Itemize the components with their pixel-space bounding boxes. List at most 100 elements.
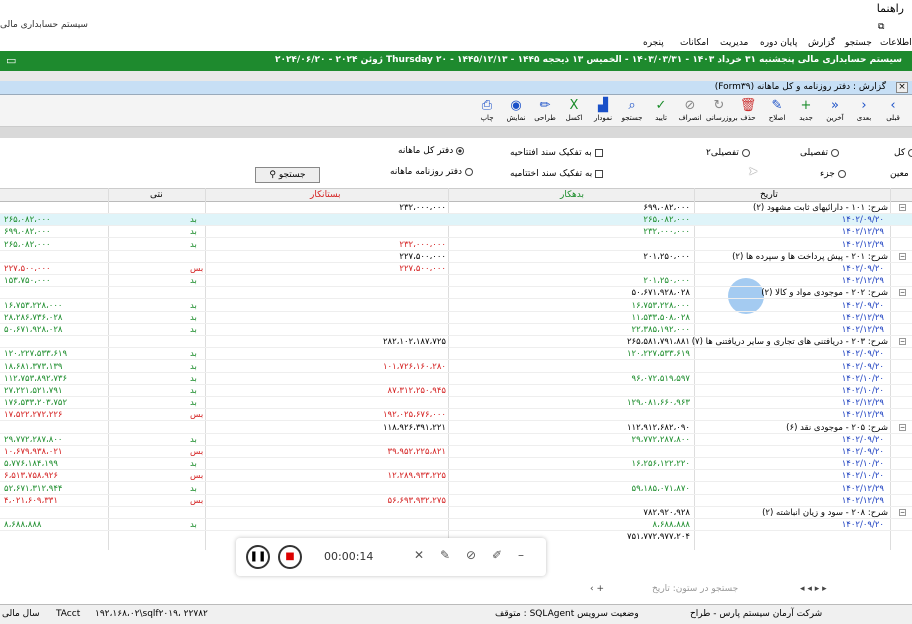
radio-monthly-journal-label: دفتر روزنامه ماهانه <box>390 167 463 177</box>
table-row[interactable]: ۱۴۰۲/۰۹/۲۰ ۱۶،۷۵۳،۲۲۸،۰۰۰ بد ۱۶،۷۵۳،۲۲۸،۰۰۰ <box>0 300 912 312</box>
search-icon: ⌕ <box>628 98 636 113</box>
table-row[interactable]: ۱۴۰۲/۱۲/۲۹ ۵۶،۶۹۳،۹۳۲،۲۷۵ بس ۴،۰۲۱،۶۰۹،۳۳۱ <box>0 495 912 507</box>
table-row[interactable]: ۱۴۰۲/۰۹/۲۰ ۳۹،۹۵۲،۲۲۵،۸۲۱ بس ۱۰،۶۷۹،۹۳۸،۰۲۱ <box>0 446 912 458</box>
toolbar-button-label: طراحی <box>534 114 556 122</box>
toolbar-button-pencil[interactable]: ✎ اصلاح <box>764 97 790 125</box>
arrow-left-icon: ‹ <box>890 98 896 113</box>
form-header: گزارش : دفتر روزنامه و کل ماهانه (Form۳۹… <box>0 81 912 95</box>
toolbar-button-printer[interactable]: ⎙ چاپ <box>474 97 500 125</box>
close-icon[interactable]: × <box>896 82 908 93</box>
restore-icon[interactable]: ⧉ <box>878 22 884 32</box>
form-title: گزارش : دفتر روزنامه و کل ماهانه (Form۳۹… <box>714 82 886 92</box>
toolbar-button-chart[interactable]: ▟ نمودار <box>590 97 616 125</box>
printer-logo-icon: ▭ <box>6 54 17 67</box>
menu-item-info[interactable]: اطلاعات <box>880 38 912 48</box>
menu-item-search[interactable]: جستجو <box>845 38 872 48</box>
refresh-icon: ↻ <box>713 98 725 113</box>
toolbar-button-label: چاپ <box>480 114 494 122</box>
header-debit[interactable]: بدهکار <box>560 190 584 200</box>
options-panel: کل معین تفصیلی تفصیلی۲ جزء به تفکیک سند … <box>0 138 912 314</box>
table-row[interactable]: ۱۴۰۲/۰۹/۲۰ ۲۲۷،۵۰۰،۰۰۰ بس ۲۲۷،۵۰۰،۰۰۰ <box>0 263 912 275</box>
table-row[interactable]: ۱۴۰۲/۱۲/۲۹ ۲۲،۳۸۵،۱۹۲،۰۰۰ بد ۵۰،۶۷۱،۹۲۸،۰۲۸ <box>0 324 912 336</box>
radio-moein[interactable]: معین <box>890 169 912 179</box>
checkbox-closing[interactable]: به تفکیک سند اختتامیه <box>510 169 604 179</box>
table-row[interactable]: ۱۴۰۲/۱۰/۲۰ ۱۶،۲۵۶،۱۲۲،۲۲۰ بد ۵،۷۷۶،۱۸۴،۱۹۹ <box>0 458 912 471</box>
toolbar-button-design[interactable]: ✏ طراحی <box>532 97 558 125</box>
table-row[interactable]: ۱۴۰۲/۱۲/۲۹ ۱۹۲،۰۲۵،۶۷۶،۰۰۰ بس ۱۷،۵۲۲،۲۷۲،۲۲… <box>0 409 912 422</box>
radio-tafsili[interactable]: تفصیلی <box>800 148 840 158</box>
search-button[interactable]: ⚲ جستجو <box>255 167 320 183</box>
toolbar-button-eye[interactable]: ◉ نمایش <box>503 97 529 125</box>
header-date[interactable]: تاریخ <box>760 190 778 200</box>
mic-icon[interactable]: ✎ <box>440 548 450 562</box>
table-row[interactable]: ۱۴۰۲/۱۲/۲۹ ۵۹،۱۸۵،۰۷۱،۸۷۰ بد ۵۲،۶۷۱،۳۱۲،۹۴۴ <box>0 483 912 495</box>
toolbar-button-label: حذف <box>740 114 756 122</box>
app-subtitle-bar: سیستم حسابداری مالی <box>0 18 912 32</box>
table-row[interactable]: ۱۴۰۲/۱۲/۲۹ ۲۳۲،۰۰۰،۰۰۰ بد ۶۹۹،۰۸۲،۰۰۰ <box>0 226 912 239</box>
arrow-right-icon: › <box>861 98 867 113</box>
group-row[interactable]: − شرح: ۲۰۳ - دریافتنی های تجاری و سایر در… <box>0 336 912 349</box>
table-row[interactable]: ۱۴۰۲/۱۲/۲۹ ۲۳۲،۰۰۰،۰۰۰ بد ۲۶۵،۰۸۲،۰۰۰ <box>0 239 912 251</box>
header-credit[interactable]: بستانکار <box>310 190 341 200</box>
table-row[interactable]: ۱۴۰۲/۱۲/۲۹ ۲۰۱،۲۵۰،۰۰۰ بد ۱۵۳،۷۵۰،۰۰۰ <box>0 275 912 288</box>
checkbox-closing-label: به تفکیک سند اختتامیه <box>510 169 593 179</box>
table-row[interactable]: ۱۴۰۲/۰۹/۲۰ ۱۲۰،۲۲۷،۵۳۳،۶۱۹ بد ۱۲۰،۲۲۷،۵۳۳،۶… <box>0 348 912 361</box>
pencil-icon: ✎ <box>771 98 783 113</box>
table-row[interactable]: ۱۴۰۲/۱۰/۲۰ ۹۶،۰۷۲،۵۱۹،۵۹۷ بد ۱۱۲،۷۵۳،۸۹۲،۷۳… <box>0 373 912 385</box>
toolbar-button-arrow-right[interactable]: › بعدی <box>851 97 877 125</box>
table-row[interactable]: ۱۴۰۲/۱۰/۲۰ ۱۲،۲۸۹،۹۳۳،۲۲۵ بس ۶،۵۱۳،۷۵۸،۹۲۶ <box>0 470 912 483</box>
status-company: شرکت آرمان سیستم پارس - طراح <box>690 609 823 619</box>
minimize-icon[interactable]: – <box>518 548 524 562</box>
header-nature[interactable]: نتی <box>150 190 163 200</box>
checkbox-opening[interactable]: به تفکیک سند افتتاحیه <box>510 148 603 158</box>
toolbar-button-excel[interactable]: X اکسل <box>561 97 587 125</box>
table-row[interactable]: ۱۴۰۲/۰۹/۲۰ ۲۹،۷۷۲،۲۸۷،۸۰۰ بد ۲۹،۷۷۲،۲۸۷،۸۰۰ <box>0 434 912 446</box>
pen-icon[interactable]: ✐ <box>492 548 502 562</box>
radio-kol-label: کل <box>894 148 906 158</box>
status-server: ۱۹۲،۱۶۸،۰۲\sqlf۲۰۱۹، ۲۲۷۸۲ <box>95 609 208 619</box>
menu-item-window[interactable]: پنجره <box>643 38 664 48</box>
group-row[interactable]: − شرح: ۲۰۱ - پیش پرداخت ها و سپرده ها (۲)… <box>0 251 912 263</box>
table-row[interactable]: ۱۴۰۲/۰۹/۲۰ ۱۰۱،۷۲۶،۱۶۰،۲۸۰ بد ۱۸،۶۸۱،۳۷۳،۱۳… <box>0 361 912 373</box>
toolbar-button-plus[interactable]: + جدید <box>793 97 819 125</box>
toolbar: ‹ قبلی › بعدی» آخرین + جدید ✎ اصلاح 🗑 حذف ↻ بروزرسان… <box>0 95 912 127</box>
menu-item-report[interactable]: گزارش <box>808 38 835 48</box>
toolbar-button-last[interactable]: » آخرین <box>822 97 848 125</box>
camera-icon[interactable]: ⊘ <box>466 548 476 562</box>
table-row[interactable]: ۱۴۰۲/۱۲/۲۹ ۱۱،۵۳۳،۵۰۸،۰۲۸ بد ۲۸،۲۸۶،۷۳۶،۰۲۸ <box>0 312 912 324</box>
search-column-input[interactable]: جستجو در ستون: تاریخ <box>652 584 738 594</box>
radio-monthly-ledger[interactable]: دفتر کل ماهانه <box>398 146 465 156</box>
toolbar-button-check[interactable]: ✓ تایید <box>648 97 674 125</box>
menu-item-period-end[interactable]: پایان دوره <box>760 38 797 48</box>
first-record-icon[interactable]: ‹ + <box>590 584 604 594</box>
group-row[interactable]: − شرح: ۲۰۸ - سود و زیان انباشته (۲) ۷۸۲،۹۲… <box>0 507 912 519</box>
radio-icon <box>456 146 465 155</box>
stop-button[interactable]: ■ <box>278 545 302 569</box>
toolbar-button-refresh[interactable]: ↻ بروزرسانی <box>706 97 738 125</box>
menu-item-management[interactable]: مدیریت <box>720 38 748 48</box>
group-row[interactable]: − شرح: ۲۰۵ - موجودی نقد (۶) ۱۱۲،۹۱۲،۶۸۲،۰۹… <box>0 422 912 434</box>
table-row[interactable]: ۱۴۰۲/۰۹/۲۰ ۲۶۵،۰۸۲،۰۰۰ بد ۲۶۵،۰۸۲،۰۰۰ <box>0 214 912 227</box>
table-row[interactable]: ۱۴۰۲/۱۰/۲۰ ۸۷،۳۱۲،۲۵۰،۹۴۵ بد ۲۷،۲۲۱،۵۲۱،۷۹۱ <box>0 385 912 397</box>
group-row[interactable]: − شرح: ۲۰۲ - موجودی مواد و کالا (۲) ۵۰،۶۷۱… <box>0 287 912 300</box>
radio-monthly-journal[interactable]: دفتر روزنامه ماهانه <box>390 167 474 177</box>
table-row[interactable]: ۱۴۰۲/۰۹/۲۰ ۸،۶۸۸،۸۸۸ بد ۸،۶۸۸،۸۸۸ <box>0 519 912 532</box>
radio-icon <box>831 148 840 157</box>
toolbar-button-cancel[interactable]: ⊘ انصراف <box>677 97 703 125</box>
radio-joz[interactable]: جزء <box>820 169 846 179</box>
radio-tafsili2[interactable]: تفصیلی۲ <box>706 148 750 158</box>
pause-button[interactable]: ❚❚ <box>246 545 270 569</box>
recording-time: 00:00:14 <box>324 550 374 563</box>
mute-icon[interactable]: ✕ <box>414 548 424 562</box>
group-row[interactable]: − شرح: ۱۰۱ - دارائیهای ثابت مشهود (۲) ۶۹۹،… <box>0 202 912 214</box>
total-debit: ۷۵۱،۷۷۲،۹۷۷،۲۰۴ <box>626 532 690 543</box>
chart-icon: ▟ <box>598 98 608 113</box>
nav-arrows-icon[interactable]: ◂ ◂ ▸ ▸ <box>800 584 827 594</box>
cancel-icon: ⊘ <box>684 98 696 113</box>
toolbar-button-search[interactable]: ⌕ جستجو <box>619 97 645 125</box>
table-row[interactable]: ۱۴۰۲/۱۲/۲۹ ۱۲۹،۰۸۱،۶۶۰،۹۶۳ بد ۱۷۶،۵۳۳،۲۰۳،۷… <box>0 397 912 410</box>
toolbar-button-arrow-left[interactable]: ‹ قبلی <box>880 97 906 125</box>
menu-item-tools[interactable]: امکانات <box>680 38 709 48</box>
radio-kol[interactable]: کل <box>894 148 912 158</box>
toolbar-button-trash[interactable]: 🗑 حذف <box>735 97 761 125</box>
